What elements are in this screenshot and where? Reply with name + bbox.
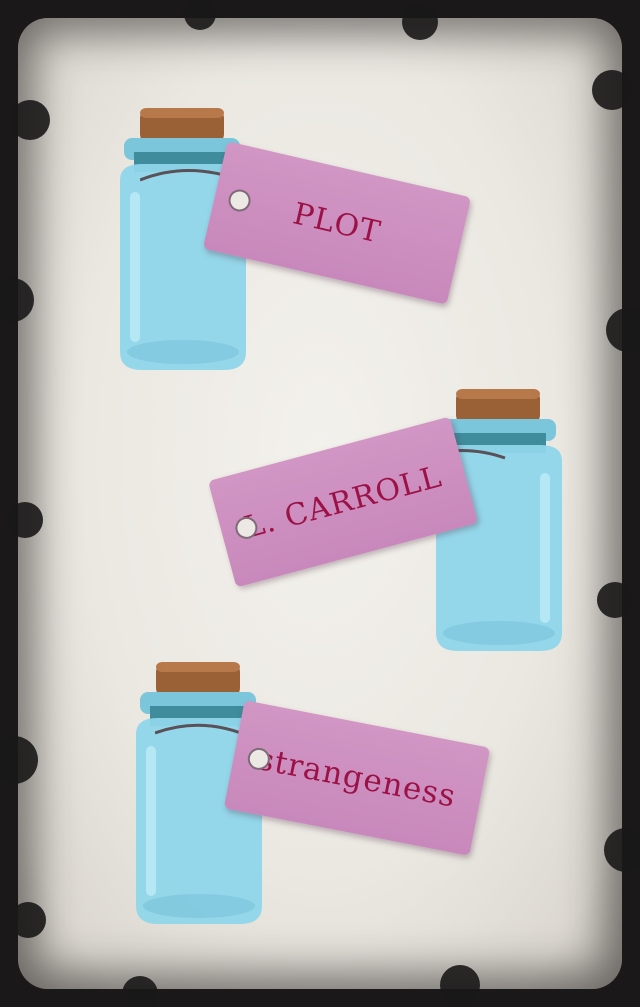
tag-strangeness-label: strangeness	[254, 741, 460, 815]
page: PLOT L. CARROLL strangeness	[0, 0, 640, 1007]
tag-plot-label: PLOT	[289, 195, 385, 251]
tag-l-carroll-label: L. CARROLL	[240, 458, 446, 546]
